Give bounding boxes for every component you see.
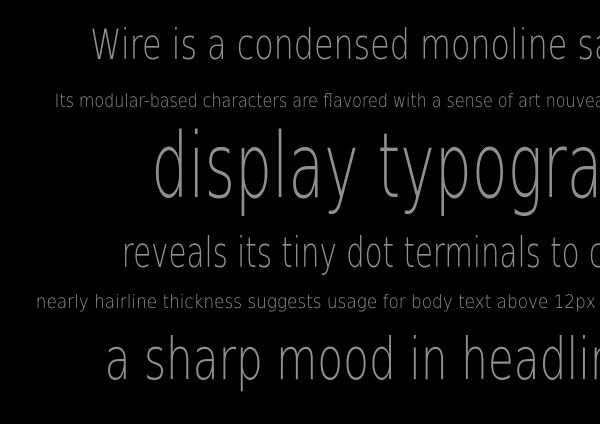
- specimen-line-5: nearly hairline thickness suggests usage…: [35, 291, 596, 313]
- font-specimen-canvas: Wire is a condensed monoline sans Its mo…: [0, 0, 600, 424]
- specimen-line-6: a sharp mood in headlines: [104, 325, 600, 393]
- specimen-line-2: Its modular-based characters are flavore…: [54, 90, 600, 112]
- specimen-line-4: reveals its tiny dot terminals to create: [121, 228, 600, 277]
- specimen-line-1: Wire is a condensed monoline sans: [90, 20, 600, 69]
- specimen-line-3: display typography: [151, 114, 600, 219]
